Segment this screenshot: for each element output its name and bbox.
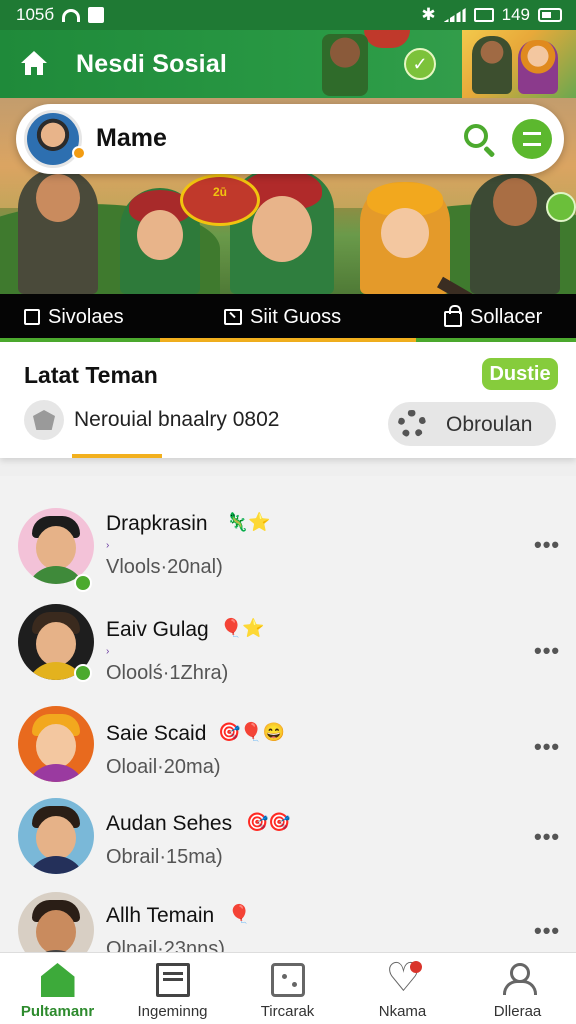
avatar[interactable] xyxy=(24,110,82,168)
checkbox-icon xyxy=(24,309,40,325)
more-options-icon[interactable]: ••• xyxy=(534,918,560,944)
shield-icon xyxy=(24,400,64,440)
people-icon xyxy=(501,963,537,997)
nav-label: Ingeminng xyxy=(137,1003,208,1020)
list-item[interactable]: Allh Temain 🎈 Olnail·23nns) ••• xyxy=(0,892,576,952)
home-icon xyxy=(40,963,75,997)
verified-icon xyxy=(74,664,92,682)
battery-icon xyxy=(538,8,562,22)
nav-item-ingeminng[interactable]: Ingeminng xyxy=(115,953,230,1024)
list-item[interactable]: Saie Scaid 🎯🎈😄 Oloail·20ma) ••• xyxy=(0,706,576,806)
board-icon xyxy=(155,963,190,997)
gear-icon xyxy=(398,410,426,438)
banner-character-soldier xyxy=(18,168,98,294)
friend-name: Drapkrasin xyxy=(106,512,208,535)
banner-check-icon xyxy=(546,192,576,222)
friend-name: Audan Sehes xyxy=(106,812,233,835)
friend-status: Vlools·20nal) xyxy=(106,556,223,578)
avatar[interactable] xyxy=(18,798,94,874)
friend-name: Allh Temain xyxy=(106,904,215,927)
pen-box-icon xyxy=(224,309,242,325)
avatar-badge xyxy=(72,146,86,160)
wifi-icon xyxy=(62,8,81,22)
tab-label: Sivolaes xyxy=(48,305,124,328)
banner-character-helmet xyxy=(360,182,450,294)
more-options-icon[interactable]: ••• xyxy=(534,824,560,850)
friend-status: Obrail·15ma) xyxy=(106,846,223,868)
emoji-badges: 🦎⭐ xyxy=(226,512,271,532)
status-bar: 105б ✱ 149 xyxy=(0,0,576,30)
more-options-icon[interactable]: ••• xyxy=(534,638,560,664)
square-icon xyxy=(88,7,105,23)
tab-siit-guoss[interactable]: Siit Guoss xyxy=(224,294,341,340)
friend-status: Oloolś·1Zhra) xyxy=(106,662,229,684)
friend-status: Olnail·23nns) xyxy=(106,938,225,952)
tab-label: Siit Guoss xyxy=(250,305,342,328)
tab-bar: Sivolaes Siit Guoss Sollacer xyxy=(0,294,576,340)
nav-item-tircarak[interactable]: Tircarak xyxy=(230,953,345,1024)
friend-status: Oloail·20ma) xyxy=(106,756,221,778)
list-item[interactable]: Audan Sehes 🎯🎯 Obrail·15ma) ••• xyxy=(0,798,576,898)
signal-icon xyxy=(443,8,466,22)
nav-label: Dlleraa xyxy=(493,1003,542,1020)
friend-name: Eaiv Gulag xyxy=(106,618,209,641)
nav-item-dlleraa[interactable]: Dlleraa xyxy=(460,953,575,1024)
profile-name: Mame xyxy=(96,124,167,152)
status-dot-icon: › xyxy=(106,540,110,551)
search-icon[interactable] xyxy=(462,122,498,158)
request-underline xyxy=(72,454,162,458)
avatar[interactable] xyxy=(18,892,94,952)
lock-icon xyxy=(444,305,462,327)
settings-label: Obroulan xyxy=(446,413,533,436)
emoji-badges: 🎯🎯 xyxy=(246,812,291,832)
check-icon[interactable]: ✓ xyxy=(404,48,436,80)
tab-label: Sollacer xyxy=(470,305,543,328)
avatar[interactable] xyxy=(18,508,94,584)
bottom-navigation: Pultamanr Ingeminng Tircarak Nkama Dller… xyxy=(0,952,576,1024)
app-title: Nesdi Sosial xyxy=(76,50,228,78)
header-character-image xyxy=(322,34,368,96)
section-title: Latat Teman xyxy=(24,362,158,388)
action-icon[interactable] xyxy=(512,119,552,159)
status-time: 105б xyxy=(16,5,55,24)
heart-icon xyxy=(386,955,422,1001)
tab-sollacer[interactable]: Sollacer xyxy=(444,294,542,340)
friend-name: Saie Scaid xyxy=(106,722,207,745)
banner-character-gunner xyxy=(470,174,560,294)
bluetooth-icon: ✱ xyxy=(421,5,436,24)
avatar[interactable] xyxy=(18,706,94,782)
emoji-badges: 🎈⭐ xyxy=(220,618,265,638)
helmet-character xyxy=(518,40,558,94)
soldier-character xyxy=(472,36,512,94)
dice-icon xyxy=(270,963,305,997)
nav-label: Tircarak xyxy=(260,1003,315,1020)
settings-button[interactable]: Obroulan xyxy=(388,402,556,446)
tab-sivolaes[interactable]: Sivolaes xyxy=(24,294,124,340)
more-options-icon[interactable]: ••• xyxy=(534,734,560,760)
list-item[interactable]: Eaiv Gulag 🎈⭐ › Oloolś·1Zhra) ••• xyxy=(0,602,576,702)
verified-icon xyxy=(74,574,92,592)
home-icon[interactable] xyxy=(20,50,48,76)
nav-label: Nkama xyxy=(378,1003,427,1020)
nav-item-nkama[interactable]: Nkama xyxy=(345,953,460,1024)
emoji-badges: 🎯🎈😄 xyxy=(218,722,286,742)
nav-item-pultamanr[interactable]: Pultamanr xyxy=(0,953,115,1024)
request-text[interactable]: Nerouial bnaalry 0802 xyxy=(74,408,279,432)
friend-list: Drapkrasin 🦎⭐ › Vlools·20nal) ••• Eaiv G… xyxy=(0,476,576,952)
friends-section-card: Latat Teman Dustie Nerouial bnaalry 0802… xyxy=(0,342,576,458)
section-pill-button[interactable]: Dustie xyxy=(482,358,558,390)
status-dot-icon: › xyxy=(106,646,110,657)
list-item[interactable]: Drapkrasin 🦎⭐ › Vlools·20nal) ••• xyxy=(0,496,576,596)
emoji-badges: 🎈 xyxy=(228,904,251,924)
nav-label: Pultamanr xyxy=(20,1003,95,1020)
more-options-icon[interactable]: ••• xyxy=(534,532,560,558)
header-artwork xyxy=(462,30,576,98)
profile-card[interactable]: Mame xyxy=(16,104,564,174)
sim-icon xyxy=(473,8,494,22)
status-right-text: 149 xyxy=(501,5,530,24)
banner-sign: 2ū xyxy=(180,174,260,226)
